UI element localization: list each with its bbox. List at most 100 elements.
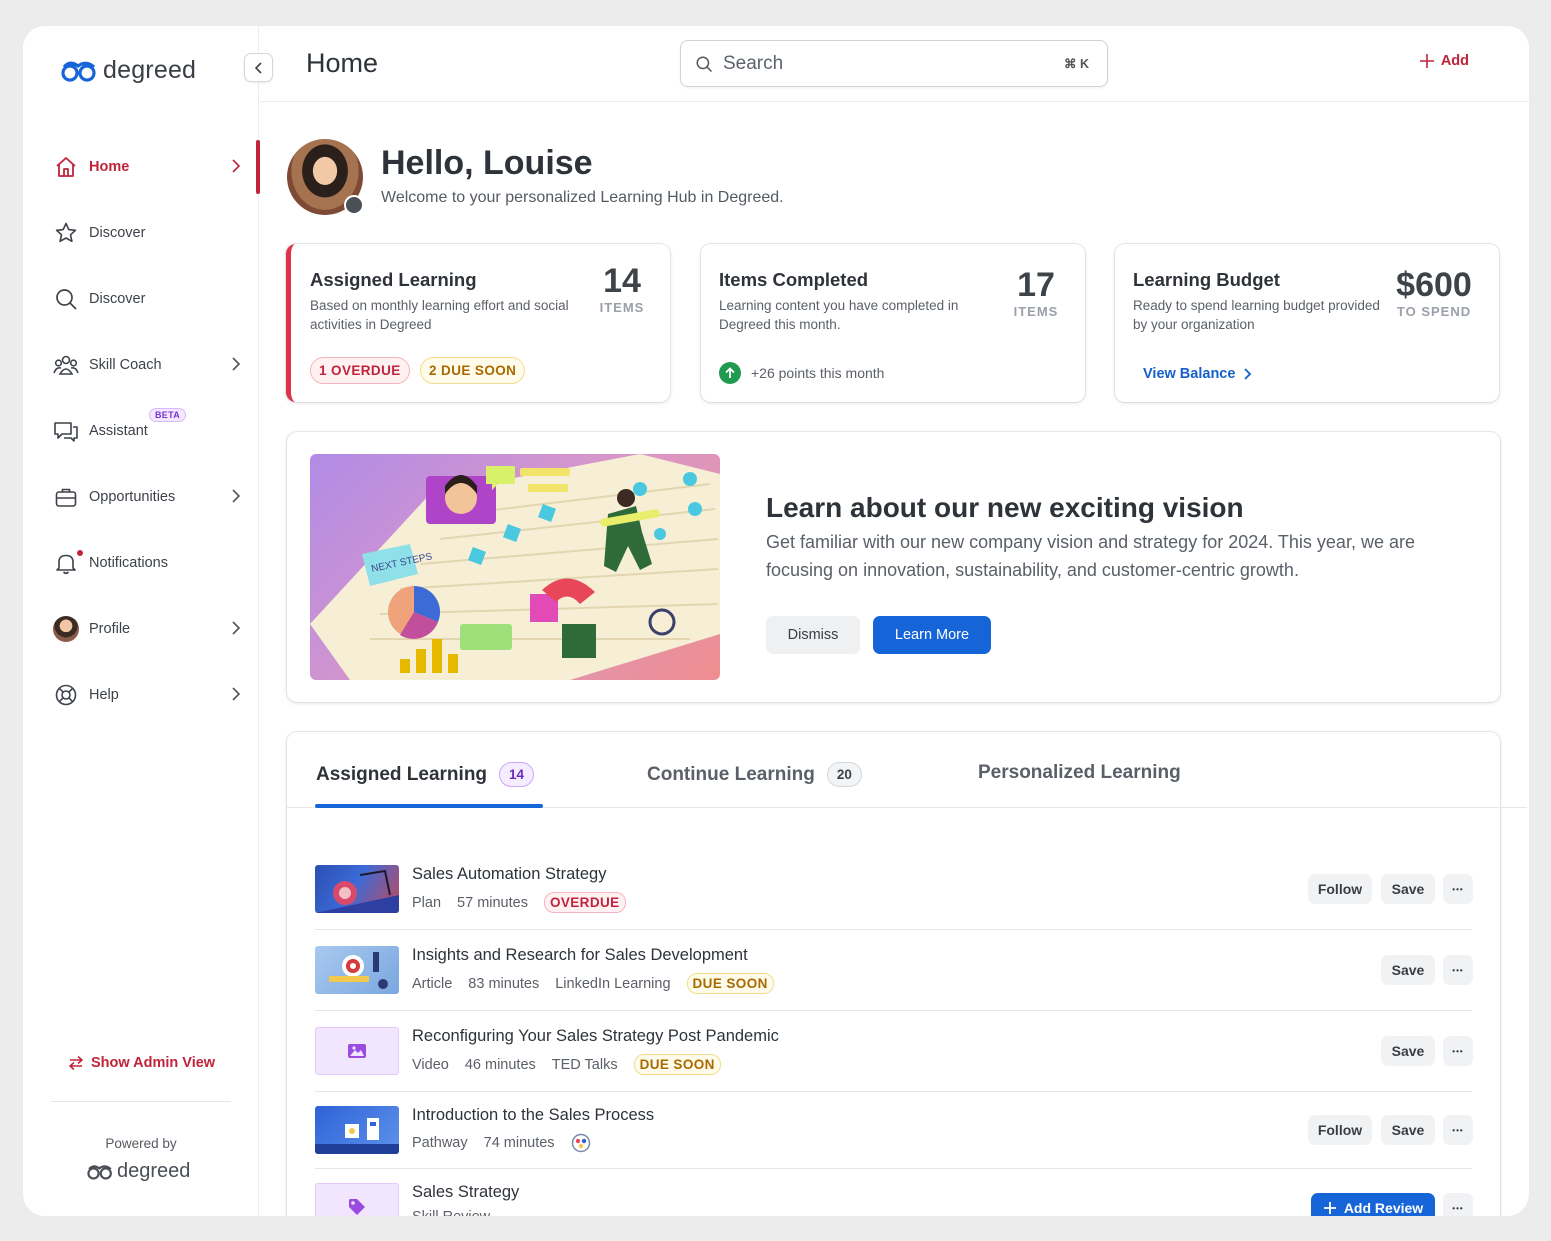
sidebar-item-label: Notifications [89,555,168,571]
arrow-up-icon [719,362,741,384]
sidebar-item-label: Discover [89,225,146,241]
view-balance-link[interactable]: View Balance [1143,366,1252,382]
card-title: Items Completed [719,269,869,290]
add-review-button[interactable]: Add Review [1311,1193,1435,1216]
ellipsis-icon: ••• [1452,1203,1464,1213]
item-title[interactable]: Sales Strategy [412,1183,519,1202]
item-type: Pathway [412,1135,468,1151]
sidebar-item-discover-search[interactable]: Discover [23,266,259,332]
logo-text: degreed [103,56,197,84]
greeting-title: Hello, Louise [381,144,593,182]
items-completed-card[interactable]: Items Completed Learning content you hav… [701,244,1085,402]
active-tab-indicator [315,804,543,808]
item-provider: LinkedIn Learning [555,975,671,992]
show-admin-view-button[interactable]: Show Admin View [67,1055,215,1071]
sidebar-item-discover[interactable]: Discover [23,200,259,266]
item-type: Video [412,1056,449,1073]
tab-personalized-learning[interactable]: Personalized Learning [978,762,1181,784]
learning-panel: Assigned Learning 14 Continue Learning 2… [287,732,1527,1216]
item-thumbnail [315,946,399,994]
learning-item-row[interactable]: Sales Strategy Skill Review Add Review •… [315,1169,1473,1216]
star-icon [52,219,80,247]
powered-by-label: Powered by [105,1136,177,1151]
learning-item-row[interactable]: Insights and Research for Sales Developm… [315,930,1473,1011]
more-options-button[interactable]: ••• [1443,1193,1473,1216]
sidebar-item-label: Assistant [89,423,148,439]
overdue-badge[interactable]: 1 OVERDUE [310,357,410,384]
follow-button[interactable]: Follow [1308,1115,1372,1145]
card-description: Based on monthly learning effort and soc… [310,298,569,332]
tab-continue-learning[interactable]: Continue Learning 20 [647,762,862,787]
card-description: Learning content you have completed in D… [719,298,959,332]
card-value: 17 [1017,266,1055,304]
learning-item-row[interactable]: Sales Automation Strategy Plan 57 minute… [315,832,1473,930]
save-button[interactable]: Save [1381,874,1435,904]
sidebar-item-label: Skill Coach [89,357,162,373]
sidebar-item-notifications[interactable]: Notifications [23,530,259,596]
due-soon-badge[interactable]: 2 DUE SOON [420,357,526,384]
sidebar-item-help[interactable]: Help [23,662,259,728]
more-options-button[interactable]: ••• [1443,1036,1473,1066]
learning-budget-card[interactable]: Learning Budget Ready to spend learning … [1115,244,1499,402]
learning-item-row[interactable]: Reconfiguring Your Sales Strategy Post P… [315,1011,1473,1092]
add-label: Add [1440,53,1469,69]
chevron-right-icon [232,621,241,635]
profile-icon-wrap [52,615,80,643]
sidebar-nav: Home Discover Discover Skill Coach Assis… [23,134,260,728]
notification-dot [76,549,84,557]
banner-title: Learn about our new exciting vision [766,492,1244,523]
card-value: $600 [1396,266,1472,304]
chat-icon [52,417,80,445]
collapse-sidebar-button[interactable] [244,53,273,82]
learn-more-button[interactable]: Learn More [873,616,991,654]
sidebar-item-label: Opportunities [89,489,176,505]
sidebar-item-skill-coach[interactable]: Skill Coach [23,332,259,398]
more-options-button[interactable]: ••• [1443,1115,1473,1145]
vision-banner: NEXT STEPS Learn about our new exciting … [287,432,1500,702]
learning-item-row[interactable]: Introduction to the Sales Process Pathwa… [315,1092,1473,1169]
ellipsis-icon: ••• [1452,965,1464,975]
app-window: degreed Home Discover Discover Skill Coa… [23,26,1529,1216]
assigned-learning-card[interactable]: Assigned Learning Based on monthly learn… [286,244,670,402]
item-title[interactable]: Reconfiguring Your Sales Strategy Post P… [412,1027,779,1046]
degreed-logo[interactable]: degreed [61,56,196,85]
item-thumbnail [315,865,399,913]
add-button[interactable]: Add [1419,53,1469,69]
sidebar-divider [51,1101,231,1102]
points-row: +26 points this month [719,362,884,384]
more-options-button[interactable]: ••• [1443,955,1473,985]
tab-assigned-learning[interactable]: Assigned Learning 14 [316,762,535,787]
briefcase-icon [52,483,80,511]
item-thumbnail [315,1183,399,1216]
sidebar-item-assistant[interactable]: Assistant BETA [23,398,259,464]
item-meta: Plan 57 minutes OVERDUE [412,892,626,913]
glasses-logo-icon [61,61,96,82]
sidebar-item-home[interactable]: Home [23,134,260,200]
more-options-button[interactable]: ••• [1443,874,1473,904]
tab-bar: Assigned Learning 14 Continue Learning 2… [287,732,1527,808]
chevron-right-icon [232,489,241,503]
chevron-right-icon [232,159,241,173]
search-icon [696,56,713,72]
item-title[interactable]: Sales Automation Strategy [412,865,606,884]
dismiss-button[interactable]: Dismiss [766,616,860,654]
card-title: Learning Budget [1133,269,1280,290]
greeting-subtitle: Welcome to your personalized Learning Hu… [381,189,784,206]
banner-body: Get familiar with our new company vision… [766,532,1415,580]
save-button[interactable]: Save [1381,955,1435,985]
item-duration: 74 minutes [483,1135,555,1151]
sidebar-item-profile[interactable]: Profile [23,596,259,662]
sidebar: degreed Home Discover Discover Skill Coa… [23,26,260,1216]
save-button[interactable]: Save [1381,1115,1435,1145]
save-button[interactable]: Save [1381,1036,1435,1066]
ellipsis-icon: ••• [1452,1125,1464,1135]
search-input[interactable]: Search ⌘ K [680,40,1108,87]
powered-by-logo: degreed [87,1160,190,1183]
tab-count: 20 [826,762,862,787]
search-shortcut: ⌘ K [1064,57,1089,71]
follow-button[interactable]: Follow [1308,874,1372,904]
item-title[interactable]: Insights and Research for Sales Developm… [412,946,748,965]
add-review-label: Add Review [1343,1200,1424,1216]
item-title[interactable]: Introduction to the Sales Process [412,1106,654,1125]
sidebar-item-opportunities[interactable]: Opportunities [23,464,259,530]
